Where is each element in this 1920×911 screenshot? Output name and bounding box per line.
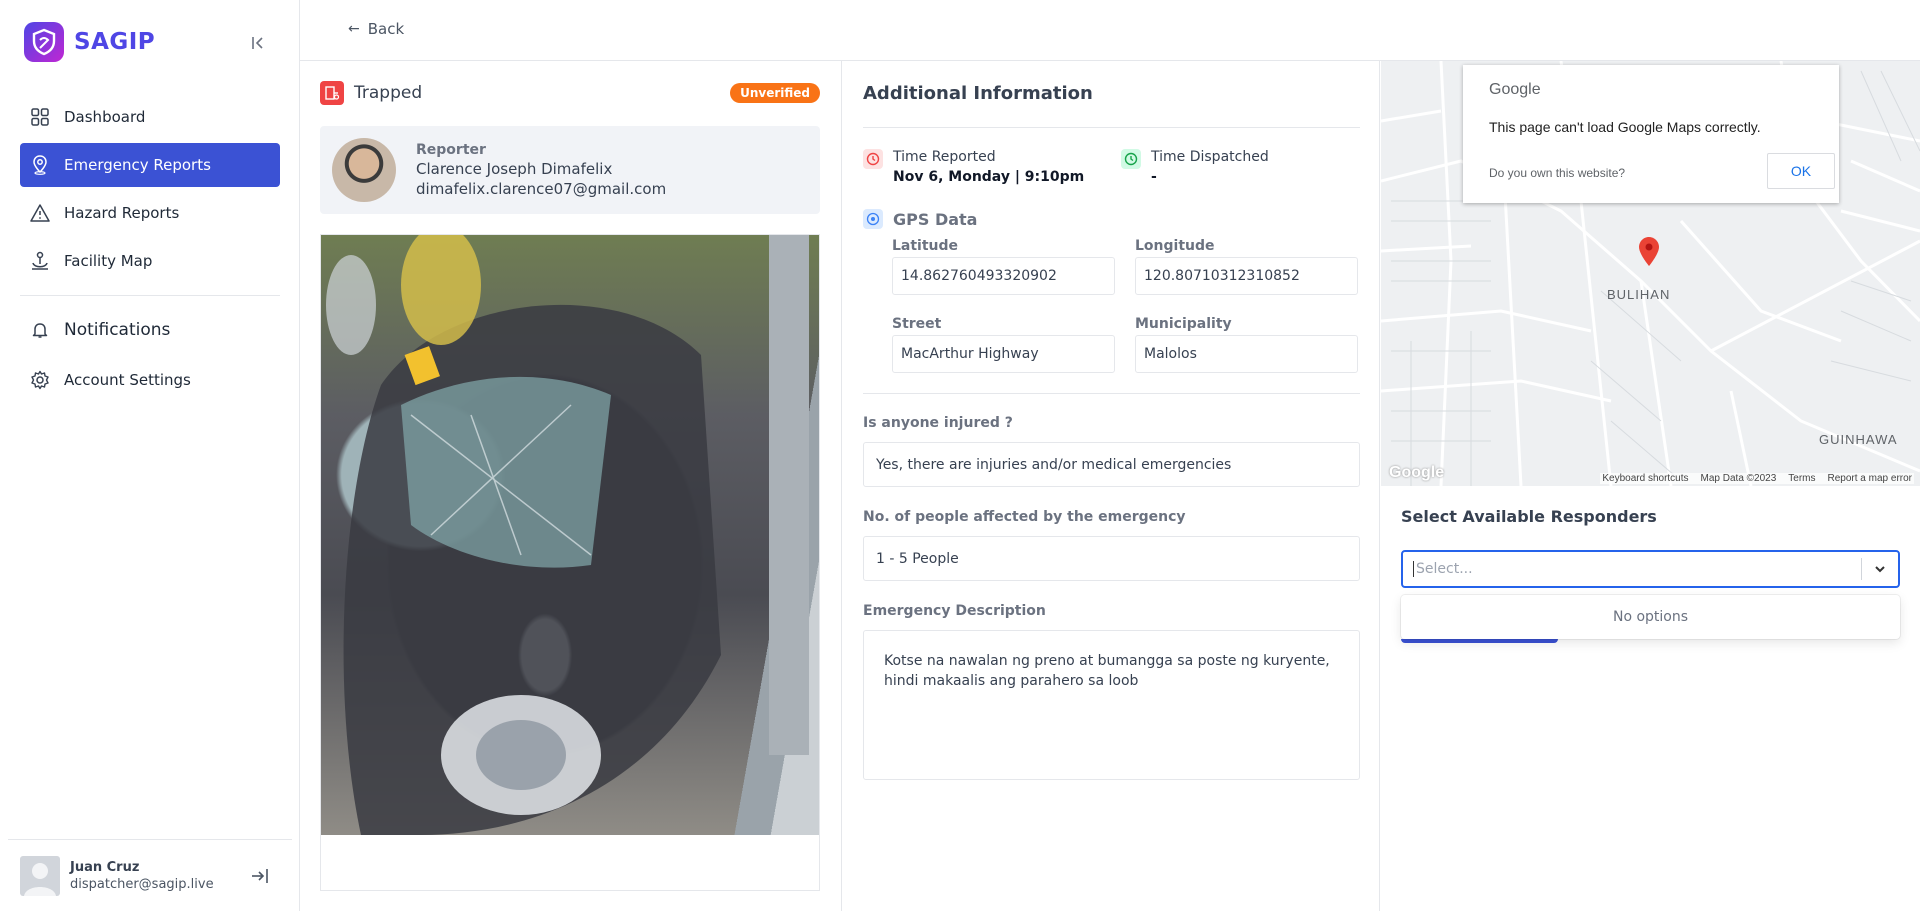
longitude-label: Longitude	[1135, 238, 1215, 254]
responders-select[interactable]: Select...	[1401, 550, 1900, 588]
anchor-icon	[30, 251, 50, 271]
latitude-field[interactable]: 14.862760493320902	[892, 257, 1115, 295]
latitude-label: Latitude	[892, 238, 959, 254]
responders-title: Select Available Responders	[1401, 507, 1657, 526]
reporter-avatar	[332, 138, 396, 202]
sidebar-item-account-settings[interactable]: Account Settings	[20, 358, 280, 402]
report-summary-panel: Trapped Unverified Reporter Clarence Jos…	[300, 61, 842, 911]
dispatch-panel: BULIHAN GUINHAWA Google This page can't …	[1381, 61, 1920, 911]
brand-name: SAGIP	[74, 29, 156, 55]
time-reported-label: Time Reported	[893, 149, 996, 165]
divider	[863, 127, 1360, 128]
reporter-title: Reporter	[416, 142, 486, 158]
sidebar-item-hazard-reports[interactable]: Hazard Reports	[20, 191, 280, 235]
description-field[interactable]: Kotse na nawalan ng preno at bumangga sa…	[863, 630, 1360, 780]
warning-icon	[30, 203, 50, 223]
sidebar-nav: Dashboard Emergency Reports Hazard Repor…	[20, 95, 280, 406]
section-title: Additional Information	[863, 83, 1093, 104]
dispatch-button-edge[interactable]	[1401, 639, 1558, 643]
logout-icon[interactable]	[250, 866, 270, 886]
longitude-field[interactable]: 120.80710312310852	[1135, 257, 1358, 295]
dialog-ok-button[interactable]: OK	[1767, 153, 1835, 189]
shield-logo-icon	[24, 22, 64, 62]
street-field[interactable]: MacArthur Highway	[892, 335, 1115, 373]
street-label: Street	[892, 316, 942, 332]
report-type-row: Trapped Unverified	[320, 79, 820, 107]
topbar: ← Back	[300, 0, 1920, 61]
sidebar-item-notifications[interactable]: Notifications	[20, 306, 280, 354]
municipality-field[interactable]: Malolos	[1135, 335, 1358, 373]
reporter-name: Clarence Joseph Dimafelix	[416, 160, 613, 178]
maps-error-dialog: Google This page can't load Google Maps …	[1463, 65, 1839, 203]
status-badge: Unverified	[730, 83, 820, 103]
dialog-question: Do you own this website?	[1489, 166, 1626, 180]
avatar	[20, 855, 60, 896]
no-options-text: No options	[1612, 609, 1689, 625]
map-footer: Keyboard shortcuts Map Data ©2023 Terms …	[1600, 473, 1914, 484]
time-reported: Time Reported Nov 6, Monday | 9:10pm	[863, 149, 1084, 185]
dialog-message: This page can't load Google Maps correct…	[1489, 119, 1761, 135]
sidebar-divider	[20, 295, 280, 296]
map-label-guinhawa: GUINHAWA	[1819, 432, 1898, 447]
affected-field[interactable]: 1 - 5 People	[863, 536, 1360, 581]
reporter-card: Reporter Clarence Joseph Dimafelix dimaf…	[320, 126, 820, 214]
gps-title: GPS Data	[893, 209, 978, 229]
report-map-error-link[interactable]: Report a map error	[1828, 473, 1912, 484]
divider	[863, 393, 1360, 394]
sidebar-item-label: Hazard Reports	[64, 204, 180, 222]
time-dispatched: Time Dispatched -	[1121, 149, 1269, 185]
map[interactable]: BULIHAN GUINHAWA Google This page can't …	[1381, 61, 1920, 486]
report-photo[interactable]	[321, 235, 819, 835]
trapped-icon	[320, 81, 344, 105]
time-dispatched-label: Time Dispatched	[1151, 149, 1269, 165]
sidebar-item-emergency-reports[interactable]: Emergency Reports	[20, 143, 280, 187]
sidebar-item-label: Emergency Reports	[64, 156, 211, 174]
terms-link[interactable]: Terms	[1788, 473, 1815, 484]
report-photo-frame	[320, 234, 820, 891]
map-data-text: Map Data ©2023	[1700, 473, 1777, 484]
affected-label: No. of people affected by the emergency	[863, 509, 1186, 525]
additional-information-panel: Additional Information Time Reported Nov…	[843, 61, 1380, 911]
location-pin-icon	[30, 155, 50, 175]
back-label: Back	[367, 20, 405, 38]
user-profile: Juan Cruz dispatcher@sagip.live	[8, 839, 292, 911]
gps-data-header: GPS Data	[863, 209, 977, 229]
time-reported-value: Nov 6, Monday | 9:10pm	[893, 169, 1085, 185]
arrow-left-icon: ←	[348, 21, 360, 37]
bell-icon	[30, 320, 50, 340]
reporter-email: dimafelix.clarence07@gmail.com	[416, 180, 667, 198]
google-logo: Google	[1389, 464, 1445, 481]
select-menu: No options	[1401, 595, 1900, 639]
clock-icon	[863, 149, 883, 169]
brand[interactable]: SAGIP	[24, 22, 155, 62]
sidebar: SAGIP Dashboard Emergency Reports Hazard…	[0, 0, 300, 911]
injured-label: Is anyone injured ?	[863, 415, 1013, 431]
back-button[interactable]: ← Back	[348, 20, 404, 38]
user-email: dispatcher@sagip.live	[70, 876, 214, 892]
description-label: Emergency Description	[863, 603, 1046, 619]
chevron-down-icon[interactable]	[1862, 562, 1898, 576]
grid-icon	[30, 107, 50, 127]
sidebar-item-dashboard[interactable]: Dashboard	[20, 95, 280, 139]
time-dispatched-value: -	[1151, 169, 1157, 185]
report-type: Trapped	[354, 83, 423, 103]
keyboard-shortcuts-link[interactable]: Keyboard shortcuts	[1602, 473, 1688, 484]
user-name: Juan Cruz	[70, 859, 140, 875]
collapse-sidebar-icon[interactable]	[250, 34, 268, 52]
map-label-bulihan: BULIHAN	[1607, 287, 1671, 302]
gear-icon	[30, 370, 50, 390]
injured-field[interactable]: Yes, there are injuries and/or medical e…	[863, 442, 1360, 487]
sidebar-item-label: Account Settings	[64, 371, 191, 389]
sidebar-item-label: Notifications	[64, 320, 171, 340]
gps-icon	[863, 209, 883, 229]
sidebar-item-label: Facility Map	[64, 252, 153, 270]
municipality-label: Municipality	[1135, 316, 1232, 332]
select-placeholder: Select...	[1413, 561, 1861, 577]
dialog-brand: Google	[1489, 81, 1541, 98]
sidebar-item-label: Dashboard	[64, 108, 146, 126]
clock-check-icon	[1121, 149, 1141, 169]
sidebar-item-facility-map[interactable]: Facility Map	[20, 239, 280, 283]
